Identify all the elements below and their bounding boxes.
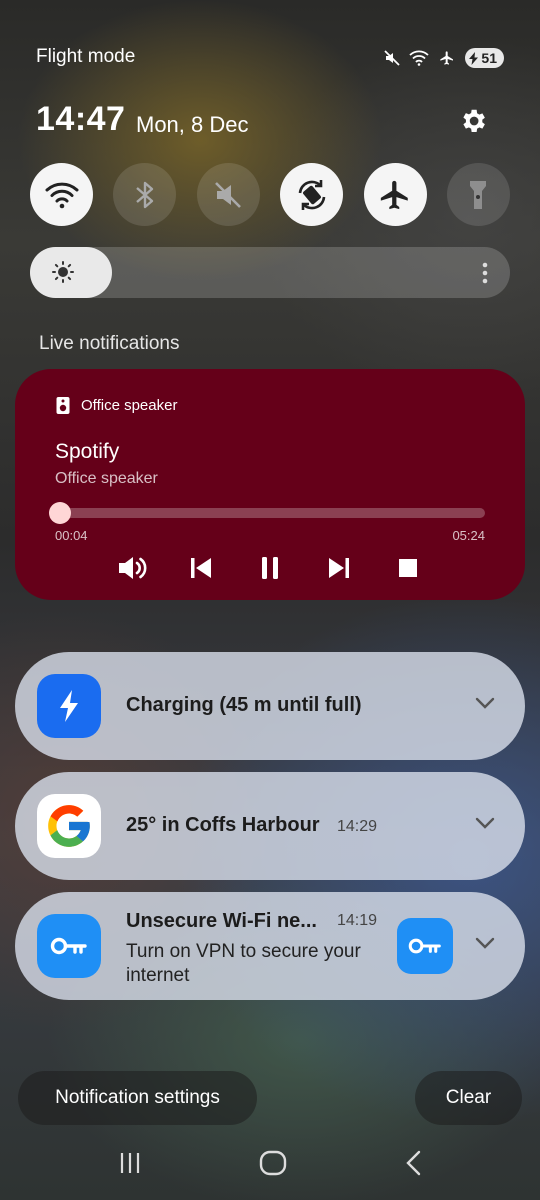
sound-mute-toggle[interactable] [196, 163, 260, 226]
pause-icon[interactable] [253, 551, 287, 585]
media-player-card[interactable]: Office speaker Spotify Office speaker 00… [15, 369, 525, 600]
quick-toggles [30, 163, 510, 226]
volume-icon[interactable] [115, 551, 149, 585]
airplane-icon [438, 50, 456, 66]
battery-level: 51 [481, 50, 497, 66]
bluetooth-icon [136, 181, 154, 208]
seek-knob[interactable] [49, 502, 72, 524]
wifi-icon [45, 182, 78, 208]
more-options-icon[interactable] [482, 261, 488, 290]
notification-time: 14:19 [337, 912, 378, 929]
airplane-icon [380, 180, 408, 209]
wifi-toggle[interactable] [30, 163, 93, 226]
back-icon[interactable] [404, 1150, 422, 1181]
media-duration: 05:24 [452, 528, 485, 543]
clock-date: Mon, 8 Dec [136, 112, 249, 137]
media-output-device[interactable]: Office speaker [55, 396, 177, 415]
settings-gear-icon[interactable] [458, 106, 488, 136]
notification-settings-button[interactable]: Notification settings [18, 1071, 257, 1125]
flashlight-toggle[interactable] [446, 163, 510, 226]
flashlight-icon [470, 180, 487, 209]
notification-title: 25° in Coffs Harbour [126, 814, 320, 836]
sound-mute-icon [215, 181, 242, 208]
clock-time: 14:47 [36, 100, 126, 138]
status-mode-label: Flight mode [36, 46, 136, 67]
vpn-key-icon [37, 914, 101, 978]
brightness-sun-icon [52, 261, 74, 288]
previous-track-icon[interactable] [184, 551, 218, 585]
media-output-label: Office speaker [55, 470, 158, 487]
expand-chevron-icon[interactable] [475, 936, 495, 954]
home-icon[interactable] [259, 1150, 287, 1181]
vpn-key-icon [397, 918, 453, 974]
navigation-bar [0, 1140, 540, 1190]
auto-rotate-icon [298, 179, 325, 210]
mute-icon [384, 50, 401, 66]
next-track-icon[interactable] [322, 551, 356, 585]
airplane-mode-toggle[interactable] [363, 163, 427, 226]
weather-notification[interactable]: 25° in Coffs Harbour 14:29 [15, 772, 525, 880]
clear-button[interactable]: Clear [415, 1071, 522, 1125]
bluetooth-toggle[interactable] [113, 163, 177, 226]
media-elapsed-time: 00:04 [55, 528, 88, 543]
live-notifications-heading: Live notifications [39, 333, 180, 354]
media-device-label: Office speaker [81, 397, 178, 414]
charging-notification[interactable]: Charging (45 m until full) [15, 652, 525, 760]
battery-charging-icon [469, 51, 479, 65]
charging-bolt-icon [37, 674, 101, 738]
media-app-name: Spotify [55, 440, 120, 463]
recent-apps-icon[interactable] [118, 1151, 142, 1180]
notification-body: Turn on VPN to secure your internet [126, 941, 361, 986]
expand-chevron-icon[interactable] [475, 696, 495, 714]
wifi-icon [409, 50, 430, 66]
auto-rotate-toggle[interactable] [280, 163, 344, 226]
speaker-icon [56, 397, 70, 414]
expand-chevron-icon[interactable] [475, 816, 495, 834]
media-seek-bar[interactable] [49, 502, 485, 524]
vpn-notification[interactable]: Unsecure Wi-Fi ne... 14:19 Turn on VPN t… [15, 892, 525, 1000]
notification-time: 14:29 [337, 818, 378, 835]
media-controls [115, 551, 425, 585]
notification-title: Unsecure Wi-Fi ne... [126, 910, 317, 932]
google-icon [37, 794, 101, 858]
brightness-slider[interactable] [30, 247, 510, 298]
status-icons: 51 [384, 48, 504, 68]
battery-indicator: 51 [465, 48, 504, 68]
notification-title: Charging (45 m until full) [126, 694, 362, 716]
stop-icon[interactable] [391, 551, 425, 585]
